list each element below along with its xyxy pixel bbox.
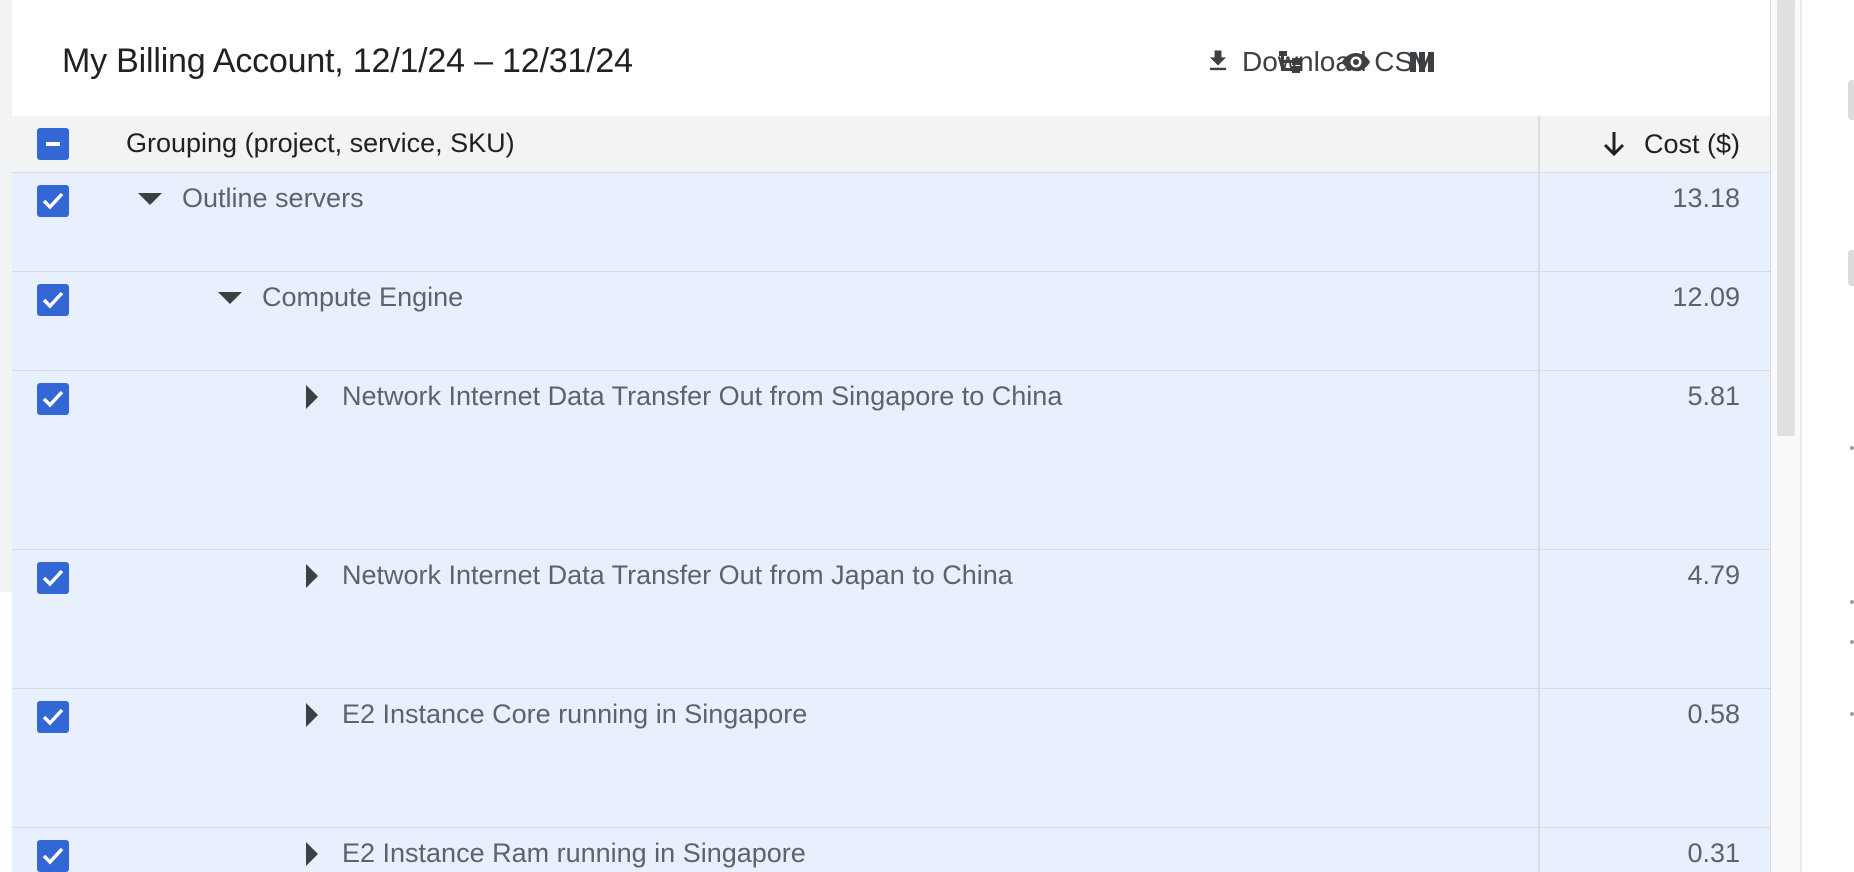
check-icon xyxy=(42,569,64,587)
check-icon xyxy=(42,847,64,865)
expand-triangle-icon[interactable] xyxy=(306,841,318,866)
table-row[interactable]: Compute Engine 12.09 xyxy=(12,272,1770,371)
row-label: Network Internet Data Transfer Out from … xyxy=(342,560,1013,590)
arrow-down-icon xyxy=(1603,132,1625,157)
scrollbar-thumb[interactable] xyxy=(1777,0,1795,436)
columns-button[interactable] xyxy=(1400,40,1444,84)
row-label: E2 Instance Core running in Singapore xyxy=(342,699,808,729)
collapse-triangle-icon[interactable] xyxy=(218,291,242,304)
row-label-cell: Compute Engine xyxy=(218,282,463,313)
row-cost: 0.58 xyxy=(1687,699,1740,729)
row-label-cell: E2 Instance Ram running in Singapore xyxy=(306,838,806,869)
check-icon xyxy=(42,708,64,726)
vertical-scrollbar[interactable] xyxy=(1770,0,1801,872)
cost-table-panel: My Billing Account, 12/1/24 – 12/31/24 D… xyxy=(12,0,1770,872)
report-header: My Billing Account, 12/1/24 – 12/31/24 D… xyxy=(12,0,1770,116)
cost-column-header[interactable]: Cost ($) xyxy=(1602,126,1740,162)
row-label-cell: Outline servers xyxy=(138,183,364,214)
select-all-checkbox[interactable] xyxy=(37,128,69,160)
side-panel-marker xyxy=(1850,640,1854,644)
side-panel-edge xyxy=(1800,0,1854,872)
column-divider xyxy=(1538,116,1540,872)
table-header-row: Grouping (project, service, SKU) Cost ($… xyxy=(12,116,1770,173)
check-icon xyxy=(42,192,64,210)
cost-column-label: Cost ($) xyxy=(1643,128,1740,159)
row-cost: 13.18 xyxy=(1672,183,1740,213)
group-by-icon xyxy=(1279,51,1300,73)
row-label: Network Internet Data Transfer Out from … xyxy=(342,381,1063,411)
side-panel-marker xyxy=(1850,600,1854,604)
collapse-triangle-icon[interactable] xyxy=(138,192,162,205)
check-icon xyxy=(42,390,64,408)
row-label: Compute Engine xyxy=(262,282,464,312)
expand-triangle-icon[interactable] xyxy=(306,563,318,588)
side-panel-tab[interactable] xyxy=(1848,80,1854,120)
visibility-button[interactable] xyxy=(1334,40,1378,84)
row-label-cell: Network Internet Data Transfer Out from … xyxy=(306,381,1062,412)
eye-icon xyxy=(1342,53,1370,71)
table-row[interactable]: Outline servers 13.18 xyxy=(12,173,1770,272)
table-row[interactable]: E2 Instance Ram running in Singapore 0.3… xyxy=(12,828,1770,872)
row-cost: 0.31 xyxy=(1687,838,1740,868)
row-checkbox[interactable] xyxy=(37,383,69,415)
row-label-cell: E2 Instance Core running in Singapore xyxy=(306,699,807,730)
side-panel-marker xyxy=(1850,446,1854,450)
check-icon xyxy=(42,291,64,309)
table-row[interactable]: Network Internet Data Transfer Out from … xyxy=(12,550,1770,689)
row-checkbox[interactable] xyxy=(37,562,69,594)
table-row[interactable]: Network Internet Data Transfer Out from … xyxy=(12,371,1770,550)
row-checkbox[interactable] xyxy=(37,701,69,733)
columns-icon xyxy=(1410,52,1434,72)
row-cost: 4.79 xyxy=(1687,560,1740,590)
table-row[interactable]: E2 Instance Core running in Singapore 0.… xyxy=(12,689,1770,828)
report-title: My Billing Account, 12/1/24 – 12/31/24 xyxy=(62,42,633,80)
expand-triangle-icon[interactable] xyxy=(306,702,318,727)
row-label: Outline servers xyxy=(182,183,364,213)
expand-triangle-icon[interactable] xyxy=(306,384,318,409)
group-by-button[interactable] xyxy=(1268,40,1312,84)
row-cost: 12.09 xyxy=(1672,282,1740,312)
cost-breakdown-table: Grouping (project, service, SKU) Cost ($… xyxy=(12,116,1770,872)
row-label: E2 Instance Ram running in Singapore xyxy=(342,838,806,868)
row-checkbox[interactable] xyxy=(37,840,69,872)
side-panel-tab[interactable] xyxy=(1848,250,1854,286)
row-cost: 5.81 xyxy=(1687,381,1740,411)
download-icon xyxy=(1209,50,1227,71)
row-label-cell: Network Internet Data Transfer Out from … xyxy=(306,560,1013,591)
indeterminate-icon xyxy=(46,142,60,146)
row-checkbox[interactable] xyxy=(37,185,69,217)
grouping-column-header: Grouping (project, service, SKU) xyxy=(126,128,515,158)
row-checkbox[interactable] xyxy=(37,284,69,316)
download-csv-button[interactable]: Download CSV xyxy=(1204,40,1432,84)
side-panel-marker xyxy=(1850,712,1854,716)
